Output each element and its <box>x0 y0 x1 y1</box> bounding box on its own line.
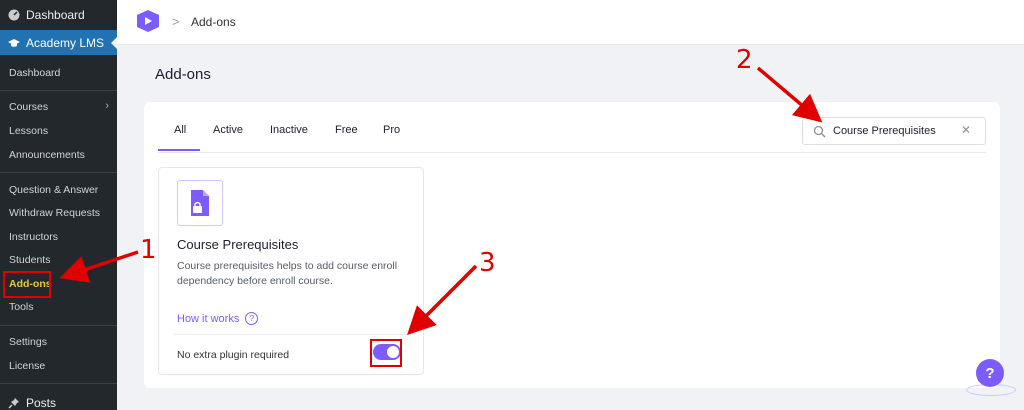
tab-inactive[interactable]: Inactive <box>270 124 308 136</box>
addon-requirement: No extra plugin required <box>177 349 290 361</box>
sidebar-item-withdraw-requests[interactable]: Withdraw Requests <box>9 207 100 219</box>
how-it-works-link[interactable]: How it works ? <box>177 312 259 325</box>
tab-all[interactable]: All <box>174 124 186 136</box>
graduation-cap-icon <box>8 38 20 47</box>
addon-title: Course Prerequisites <box>177 237 299 252</box>
sidebar-academy-lms[interactable]: Academy LMS <box>0 30 118 55</box>
annotation-box-addons <box>3 271 51 298</box>
sidebar-divider <box>0 383 117 384</box>
sidebar-item-posts[interactable]: Posts <box>8 396 56 410</box>
active-tab-indicator <box>158 149 200 151</box>
breadcrumb: Add-ons <box>191 15 236 29</box>
sidebar-divider <box>0 325 117 326</box>
tab-active[interactable]: Active <box>213 124 243 136</box>
addon-icon-box <box>177 180 223 226</box>
search-icon <box>813 125 826 138</box>
sidebar-item-courses[interactable]: Courses <box>9 101 48 113</box>
tabs-divider <box>158 152 986 153</box>
question-circle-icon: ? <box>245 312 259 325</box>
card-divider <box>173 334 411 335</box>
sidebar-divider <box>0 172 117 173</box>
sidebar-dashboard-top[interactable]: Dashboard <box>0 0 117 30</box>
sidebar-item-announcements[interactable]: Announcements <box>9 149 85 161</box>
annotation-number-3: 3 <box>479 248 496 278</box>
sidebar-item-posts-label: Posts <box>26 396 57 410</box>
how-it-works-label: How it works <box>177 312 240 325</box>
annotation-box-toggle <box>370 339 402 367</box>
admin-sidebar: Dashboard Academy LMS Dashboard Courses … <box>0 0 118 410</box>
top-bar: > Add-ons <box>117 0 1024 45</box>
help-button[interactable]: ? <box>976 359 1004 387</box>
tab-pro[interactable]: Pro <box>383 124 400 136</box>
sidebar-item-license[interactable]: License <box>9 360 45 372</box>
page-title: Add-ons <box>155 66 211 83</box>
sidebar-item-instructors[interactable]: Instructors <box>9 231 58 243</box>
sidebar-item-lessons[interactable]: Lessons <box>9 125 48 137</box>
sidebar-item-question-answer[interactable]: Question & Answer <box>9 184 98 196</box>
close-icon[interactable]: ✕ <box>961 123 971 137</box>
addons-panel: All Active Inactive Free Pro Course Prer… <box>144 102 1000 388</box>
addon-description: Course prerequisites helps to add course… <box>177 260 398 287</box>
sidebar-academy-lms-label: Academy LMS <box>26 35 105 50</box>
sidebar-item-tools[interactable]: Tools <box>9 301 34 313</box>
annotation-number-2: 2 <box>736 45 753 75</box>
sidebar-item-students[interactable]: Students <box>9 254 50 266</box>
search-input[interactable]: Course Prerequisites ✕ <box>802 117 986 145</box>
tab-free[interactable]: Free <box>335 124 358 136</box>
pushpin-icon <box>8 398 19 409</box>
breadcrumb-separator: > <box>172 14 180 29</box>
academy-logo-icon[interactable] <box>134 7 162 35</box>
chevron-right-icon: › <box>105 100 109 112</box>
sidebar-item-dashboard[interactable]: Dashboard <box>9 67 60 79</box>
file-lock-icon <box>191 190 209 216</box>
annotation-number-1: 1 <box>140 235 157 265</box>
search-value: Course Prerequisites <box>833 125 936 137</box>
sidebar-dashboard-top-label: Dashboard <box>26 8 85 22</box>
sidebar-item-settings[interactable]: Settings <box>9 336 47 348</box>
dashboard-icon <box>8 9 20 21</box>
sidebar-divider <box>0 90 117 91</box>
